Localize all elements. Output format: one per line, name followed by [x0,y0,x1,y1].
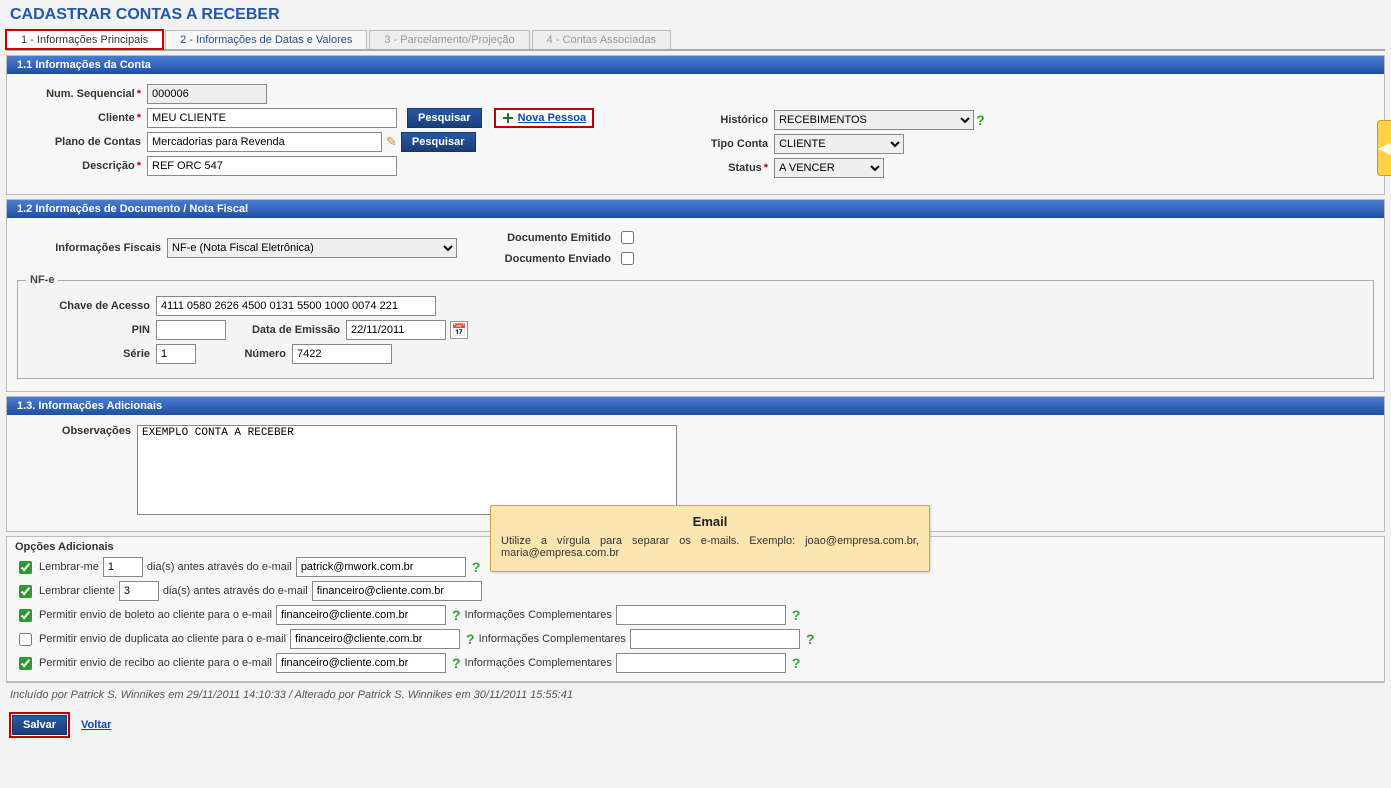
descricao-input[interactable] [147,156,397,176]
lembrar-cliente-checkbox[interactable] [19,585,32,598]
nfe-legend: NF-e [26,274,58,286]
pesquisar-cliente-button[interactable]: Pesquisar [407,108,482,128]
tab-info-principais[interactable]: 1 - Informações Principais [6,30,163,49]
info-comp-label: Informações Complementares [465,657,612,669]
email-tooltip: Email Utilize a vírgula para separar os … [490,505,930,572]
lembrar-me-label2: dia(s) antes através do e-mail [147,561,292,573]
info-fiscais-select[interactable]: NF-e (Nota Fiscal Eletrônica) [167,238,457,258]
pin-label: PIN [26,324,156,336]
historico-select[interactable]: RECEBIMENTOS [774,110,974,130]
historico-label: Histórico [694,114,774,126]
help-icon[interactable]: ? [792,655,801,671]
voltar-link[interactable]: Voltar [81,719,111,731]
lembrar-cliente-label: Lembrar cliente [39,585,115,597]
tab-contas-associadas[interactable]: 4 - Contas Associadas [532,30,671,49]
chave-label: Chave de Acesso [26,300,156,312]
doc-enviado-label: Documento Enviado [487,253,617,265]
tooltip-body: Utilize a vírgula para separar os e-mail… [501,535,919,559]
info-comp-label: Informações Complementares [479,633,626,645]
boleto-checkbox[interactable] [19,609,32,622]
section-1-1-head: 1.1 Informações da Conta [7,56,1384,74]
status-label: Status* [694,162,774,174]
doc-enviado-checkbox[interactable] [621,252,634,265]
pencil-icon[interactable]: ✎ [386,134,397,150]
tipoconta-select[interactable]: CLIENTE [774,134,904,154]
plano-input[interactable] [147,132,382,152]
serie-label: Série [26,348,156,360]
obs-textarea[interactable] [137,425,677,515]
numero-label: Número [196,348,292,360]
tipoconta-label: Tipo Conta [694,138,774,150]
nfe-fieldset: NF-e Chave de Acesso PIN Data de Emissão… [17,274,1374,379]
help-icon[interactable]: ? [472,559,481,575]
recibo-checkbox[interactable] [19,657,32,670]
doc-emitido-checkbox[interactable] [621,231,634,244]
help-icon[interactable]: ? [466,631,475,647]
numseq-input[interactable] [147,84,267,104]
lembrar-cliente-label2: dia(s) antes através do e-mail [163,585,308,597]
boleto-label: Permitir envio de boleto ao cliente para… [39,609,272,621]
pin-input[interactable] [156,320,226,340]
lembrar-me-checkbox[interactable] [19,561,32,574]
duplicata-label: Permitir envio de duplicata ao cliente p… [39,633,286,645]
audit-text: Incluído por Patrick S. Winnikes em 29/1… [6,682,1385,707]
lembrar-me-email[interactable] [296,557,466,577]
section-1-2-head: 1.2 Informações de Documento / Nota Fisc… [7,200,1384,218]
recibo-email[interactable] [276,653,446,673]
help-icon[interactable]: ? [976,112,985,128]
nova-pessoa-link[interactable]: Nova Pessoa [494,108,594,128]
page-title: CADASTRAR CONTAS A RECEBER [10,6,1385,24]
lembrar-cliente-days[interactable] [119,581,159,601]
duplicata-info-comp[interactable] [630,629,800,649]
pesquisar-plano-button[interactable]: Pesquisar [401,132,476,152]
recibo-info-comp[interactable] [616,653,786,673]
descricao-label: Descrição* [17,160,147,172]
boleto-email[interactable] [276,605,446,625]
duplicata-email[interactable] [290,629,460,649]
salvar-button[interactable]: Salvar [12,715,67,735]
lembrar-cliente-email[interactable] [312,581,482,601]
tab-parcelamento[interactable]: 3 - Parcelamento/Projeção [369,30,529,49]
data-emissao-input[interactable] [346,320,446,340]
boleto-info-comp[interactable] [616,605,786,625]
status-select[interactable]: A VENCER [774,158,884,178]
help-icon[interactable]: ? [452,607,461,623]
tab-bar: 1 - Informações Principais 2 - Informaçõ… [6,30,1385,51]
tooltip-title: Email [501,512,919,535]
section-1-3-head: 1.3. Informações Adicionais [7,397,1384,415]
lembrar-me-label: Lembrar-me [39,561,99,573]
numero-input[interactable] [292,344,392,364]
info-comp-label: Informações Complementares [465,609,612,621]
lembrar-me-days[interactable] [103,557,143,577]
numseq-label: Num. Sequencial* [17,88,147,100]
duplicata-checkbox[interactable] [19,633,32,646]
plano-label: Plano de Contas [17,136,147,148]
chave-input[interactable] [156,296,436,316]
plus-icon [502,112,514,124]
doc-emitido-label: Documento Emitido [487,232,617,244]
help-icon[interactable]: ? [452,655,461,671]
cliente-label: Cliente* [17,112,147,124]
info-fiscais-label: Informações Fiscais [17,242,167,254]
tab-datas-valores[interactable]: 2 - Informações de Datas e Valores [165,30,367,49]
side-drawer-tab[interactable]: ◀ [1377,120,1391,176]
data-emissao-label: Data de Emissão [226,324,346,336]
help-icon[interactable]: ? [806,631,815,647]
help-icon[interactable]: ? [792,607,801,623]
calendar-icon[interactable]: 📅 [450,321,468,339]
cliente-input[interactable] [147,108,397,128]
obs-label: Observações [17,425,137,437]
recibo-label: Permitir envio de recibo ao cliente para… [39,657,272,669]
chevron-left-icon: ◀ [1378,138,1390,158]
serie-input[interactable] [156,344,196,364]
